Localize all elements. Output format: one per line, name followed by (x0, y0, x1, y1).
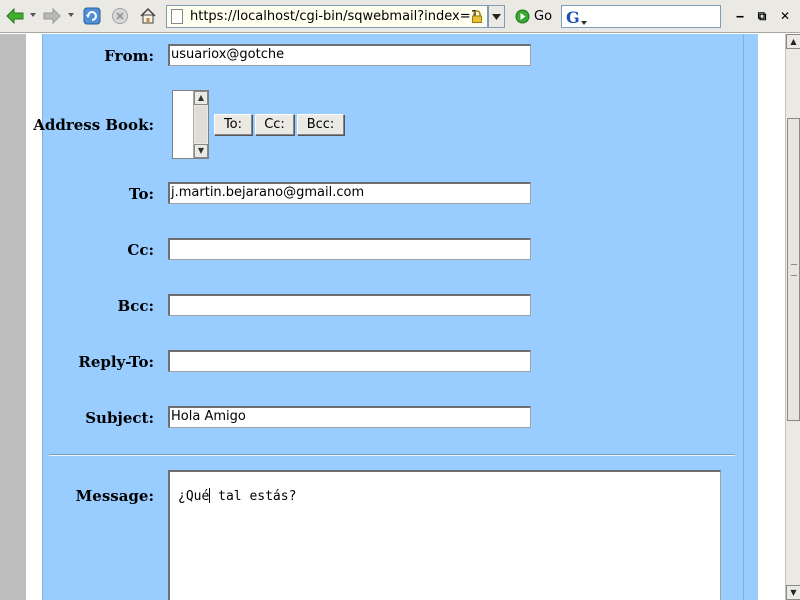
add-to-button[interactable]: To: (214, 114, 252, 135)
add-cc-button[interactable]: Cc: (255, 114, 294, 135)
chevron-down-icon (492, 13, 501, 20)
back-icon (6, 8, 24, 24)
address-book-list[interactable]: ▲ ▼ (172, 90, 209, 159)
stop-button[interactable] (110, 6, 130, 26)
to-field[interactable]: j.martin.bejarano@gmail.com (168, 182, 531, 204)
home-button[interactable] (137, 6, 159, 26)
subject-label: Subject: (85, 409, 154, 427)
from-label: From: (104, 47, 154, 65)
search-input[interactable]: G (561, 5, 721, 28)
to-label: To: (129, 185, 154, 203)
stop-icon (112, 8, 128, 24)
back-button[interactable] (5, 6, 25, 26)
forward-icon (43, 8, 61, 24)
minimize-icon[interactable]: ‒ (732, 8, 748, 24)
bcc-field[interactable] (168, 294, 531, 316)
back-dropdown-icon[interactable] (30, 13, 36, 17)
page-scroll-thumb[interactable] (787, 118, 800, 421)
scroll-up-icon[interactable]: ▲ (194, 91, 208, 105)
lock-icon[interactable] (471, 10, 483, 23)
page-scrollbar[interactable]: ▲ ▼ (785, 34, 800, 600)
url-history-dropdown[interactable] (488, 5, 505, 28)
home-icon (140, 7, 156, 24)
scroll-up-icon[interactable]: ▲ (786, 34, 800, 49)
close-icon[interactable]: ✕ (777, 8, 793, 24)
scroll-down-icon[interactable]: ▼ (786, 585, 800, 600)
cc-field[interactable] (168, 238, 531, 260)
scroll-down-icon[interactable]: ▼ (194, 144, 208, 158)
divider (49, 454, 735, 456)
cc-label: Cc: (127, 241, 154, 259)
reply-to-field[interactable] (168, 350, 531, 372)
reply-to-label: Reply-To: (78, 353, 154, 371)
address-book-scrollbar[interactable]: ▲ ▼ (193, 91, 208, 158)
message-label: Message: (75, 487, 154, 505)
message-text-start: ¿Qué (178, 489, 210, 504)
from-field[interactable]: usuariox@gotche (168, 44, 531, 66)
grip-icon (791, 264, 797, 276)
bcc-label: Bcc: (117, 297, 154, 315)
forward-button[interactable] (42, 6, 62, 26)
go-button[interactable]: Go (515, 7, 552, 26)
address-book-label: Address Book: (33, 116, 154, 134)
google-search-icon[interactable]: G (566, 8, 580, 27)
subject-field[interactable]: Hola Amigo (168, 406, 531, 428)
forward-dropdown-icon[interactable] (68, 13, 74, 17)
right-strip (744, 34, 758, 600)
add-bcc-button[interactable]: Bcc: (297, 114, 344, 135)
search-engine-dropdown-icon[interactable] (581, 21, 587, 25)
page-icon (171, 9, 183, 24)
url-bar[interactable]: https://localhost/cgi-bin/sqwebmail?inde… (166, 5, 488, 28)
reload-icon (83, 7, 101, 25)
go-icon (515, 9, 530, 24)
message-text-end: tal estás? (210, 489, 297, 504)
page-content: From: usuariox@gotche Address Book: ▲ ▼ … (0, 34, 785, 600)
browser-toolbar: https://localhost/cgi-bin/sqwebmail?inde… (0, 0, 800, 33)
reload-button[interactable] (82, 6, 102, 26)
restore-icon[interactable]: ⧉ (754, 8, 770, 24)
url-text[interactable]: https://localhost/cgi-bin/sqwebmail?inde… (190, 9, 479, 24)
message-textarea[interactable]: ¿Qué tal estás? (168, 470, 721, 600)
go-label: Go (534, 9, 553, 24)
scroll-thumb[interactable] (195, 106, 207, 143)
